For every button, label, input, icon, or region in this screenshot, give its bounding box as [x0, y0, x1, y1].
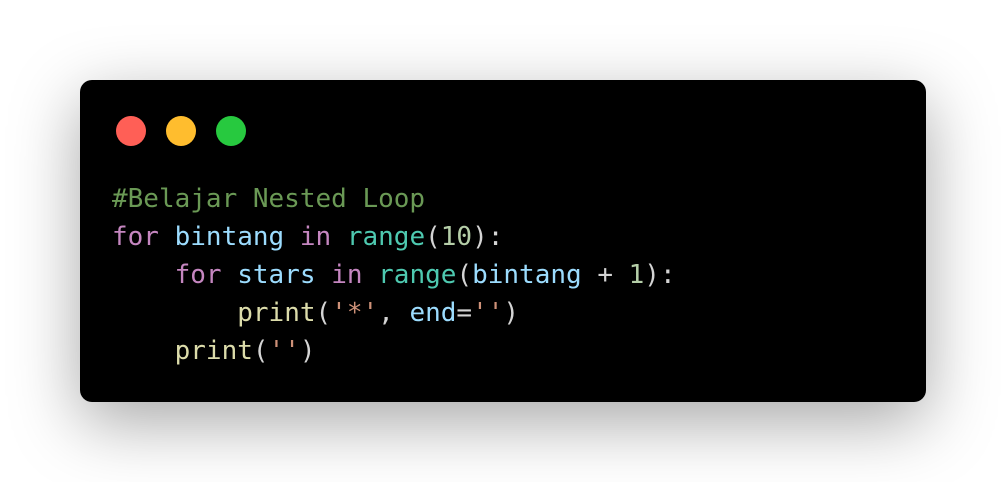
code-token-keyword: for: [174, 260, 222, 290]
maximize-dot[interactable]: [216, 116, 246, 146]
code-token-variable: end: [409, 298, 457, 328]
close-dot[interactable]: [116, 116, 146, 146]
code-token-string: '*': [331, 298, 379, 328]
code-token-punct: (: [425, 222, 441, 252]
code-line: for stars in range(bintang + 1):: [112, 256, 676, 294]
code-token-punct: [222, 260, 238, 290]
code-token-punct: ,: [378, 298, 410, 328]
code-token-punct: [582, 260, 598, 290]
code-token-punct: [613, 260, 629, 290]
code-line: print('*', end=''): [112, 294, 676, 332]
code-token-string: '': [268, 336, 300, 366]
code-token-number: 1: [628, 260, 645, 290]
code-token-punct: [112, 336, 175, 366]
code-token-punct: (: [456, 260, 473, 290]
code-token-operator: +: [597, 260, 613, 290]
code-window: #Belajar Nested Loop for bintang in range…: [80, 80, 926, 402]
code-token-punct: [363, 260, 379, 290]
code-token-operator: =: [456, 298, 473, 328]
code-token-keyword: for: [112, 222, 159, 252]
code-token-variable: bintang: [472, 260, 582, 290]
code-token-punct: ):: [472, 222, 504, 252]
code-token-comment: #Belajar Nested Loop: [112, 184, 426, 214]
code-token-variable: stars: [237, 260, 316, 290]
code-token-builtin: range: [346, 222, 426, 252]
code-line: #Belajar Nested Loop: [112, 180, 676, 218]
minimize-dot[interactable]: [166, 116, 196, 146]
code-token-punct: [284, 222, 300, 252]
code-token-punct: (: [315, 298, 332, 328]
code-token-punct: [159, 222, 175, 252]
code-token-function: print: [237, 298, 316, 328]
code-token-builtin: range: [378, 260, 457, 290]
code-token-punct: [331, 222, 347, 252]
code-token-punct: [112, 298, 237, 328]
code-token-punct: [316, 260, 332, 290]
code-line: for bintang in range(10):: [112, 218, 676, 256]
code-token-punct: ):: [644, 260, 676, 290]
code-token-punct: (: [252, 336, 269, 366]
code-token-keyword: in: [299, 222, 332, 252]
code-token-punct: [112, 260, 175, 290]
code-block: #Belajar Nested Loop for bintang in range…: [112, 180, 676, 370]
code-token-keyword: in: [331, 260, 363, 290]
code-token-number: 10: [440, 222, 473, 252]
code-line: print(''): [112, 332, 676, 370]
code-token-function: print: [174, 336, 253, 366]
code-token-punct: ): [503, 298, 520, 328]
code-token-punct: ): [299, 336, 316, 366]
code-token-variable: bintang: [174, 222, 285, 252]
code-token-string: '': [472, 298, 504, 328]
